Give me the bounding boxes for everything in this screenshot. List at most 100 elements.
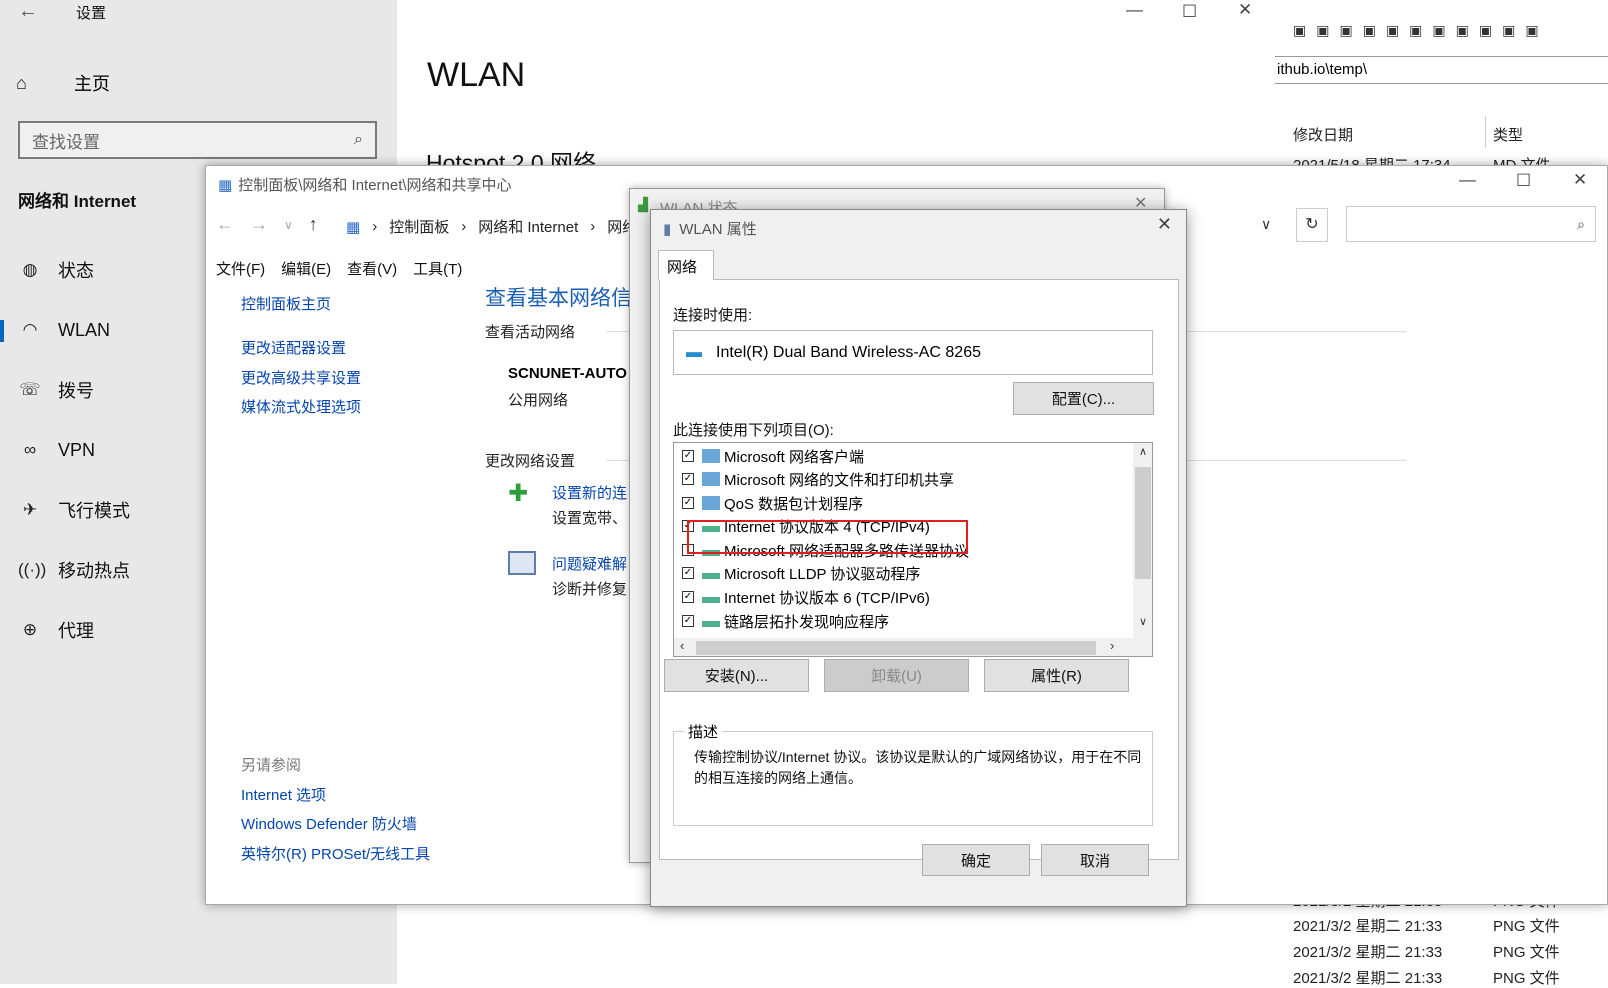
menu-edit[interactable]: 编辑(E) [281, 258, 331, 279]
wifi-icon: ◠ [22, 320, 38, 339]
network-center-icon: ▦ [218, 176, 233, 194]
uninstall-button: 卸载(U) [824, 659, 969, 692]
media-streaming-link[interactable]: 媒体流式处理选项 [241, 396, 361, 417]
scrollbar-thumb[interactable] [696, 641, 1096, 655]
minimize-icon[interactable]: — [1126, 0, 1143, 20]
close-icon[interactable]: ✕ [1157, 214, 1172, 235]
checkbox[interactable]: ✓ [682, 615, 694, 627]
phone-icon: ☏ [19, 380, 41, 399]
cp-home-link[interactable]: 控制面板主页 [241, 293, 331, 314]
minimize-icon[interactable]: — [1459, 170, 1476, 190]
toolbar-icon[interactable]: ▣ [1293, 22, 1306, 46]
breadcrumb-item[interactable]: 控制面板 [389, 216, 449, 237]
settings-search-input[interactable]: 查找设置 ⌕ [18, 121, 377, 159]
cp-titlebar: ▦ 控制面板\网络和 Internet\网络和共享中心 [218, 174, 512, 195]
list-item[interactable]: ✓ Microsoft LLDP 协议驱动程序 [682, 561, 920, 585]
cp-nav-buttons: ← → ∨ ↑ [216, 214, 318, 235]
maximize-icon[interactable]: ☐ [1516, 171, 1531, 191]
refresh-icon[interactable]: ↻ [1296, 208, 1328, 242]
up-icon[interactable]: ↑ [309, 214, 318, 235]
cp-heading: 查看基本网络信息 [485, 287, 653, 310]
item-label: Microsoft 网络的文件和打印机共享 [724, 471, 955, 489]
toolbar-icon[interactable]: ▣ [1339, 22, 1352, 46]
settings-title: 设置 [76, 5, 107, 22]
network-adapter-icon: ▬ [686, 343, 702, 361]
proset-link[interactable]: 英特尔(R) PROSet/无线工具 [241, 843, 430, 864]
cp-search-input[interactable]: ⌕ [1346, 206, 1596, 242]
forward-icon[interactable]: → [250, 214, 268, 235]
toolbar-icon[interactable]: ▣ [1525, 22, 1538, 46]
toolbar-icon[interactable]: ▣ [1386, 22, 1399, 46]
checkbox[interactable]: ✓ [682, 497, 694, 509]
change-adapter-link[interactable]: 更改适配器设置 [241, 337, 346, 358]
checkbox[interactable]: ✓ [682, 450, 694, 462]
toolbar-icon[interactable]: ▣ [1363, 22, 1376, 46]
nav-label: VPN [58, 439, 96, 460]
page-title: WLAN [427, 56, 526, 94]
chevron-up-icon[interactable]: ∧ [1139, 445, 1147, 458]
back-icon[interactable]: ← [216, 214, 234, 235]
chevron-left-icon[interactable]: ‹ [680, 638, 684, 653]
vpn-icon: ∞ [23, 440, 37, 459]
nav-home-label: 主页 [74, 74, 110, 94]
toolbar-icon[interactable]: ▣ [1456, 22, 1469, 46]
item-label: Microsoft 网络客户端 [724, 448, 865, 466]
column-modified-date[interactable]: 修改日期 [1293, 124, 1353, 145]
list-item[interactable]: ✓ Internet 协议版本 6 (TCP/IPv6) [682, 585, 930, 609]
file-row[interactable]: 2021/3/2 星期二 21:33 PNG 文件 [1293, 941, 1608, 962]
back-arrow-icon[interactable]: ← [18, 0, 38, 23]
cancel-button[interactable]: 取消 [1041, 844, 1149, 876]
adapter-box: ▬ Intel(R) Dual Band Wireless-AC 8265 [673, 330, 1153, 375]
close-icon[interactable]: ✕ [1238, 0, 1252, 20]
list-item[interactable]: ✓ 链路层拓扑发现响应程序 [682, 609, 889, 633]
menu-file[interactable]: 文件(F) [216, 258, 265, 279]
menu-tools[interactable]: 工具(T) [413, 258, 462, 279]
column-type[interactable]: 类型 [1493, 124, 1523, 145]
checkbox[interactable]: ✓ [682, 567, 694, 579]
ok-button[interactable]: 确定 [922, 844, 1030, 876]
chevron-down-icon[interactable]: ∨ [1139, 615, 1147, 628]
setup-connection-icon: ✚ [508, 480, 529, 507]
install-button[interactable]: 安装(N)... [664, 659, 809, 692]
toolbar-icon[interactable]: ▣ [1502, 22, 1515, 46]
checkbox[interactable]: ✓ [682, 591, 694, 603]
toolbar-icon[interactable]: ▣ [1432, 22, 1445, 46]
internet-options-link[interactable]: Internet 选项 [241, 784, 326, 805]
nav-home[interactable]: ⌂ 主页 [16, 68, 376, 98]
toolbar-icon[interactable]: ▣ [1479, 22, 1492, 46]
menu-view[interactable]: 查看(V) [347, 258, 397, 279]
advanced-sharing-link[interactable]: 更改高级共享设置 [241, 367, 361, 388]
maximize-icon[interactable]: ☐ [1182, 2, 1197, 22]
qos-icon [702, 496, 720, 510]
checkbox[interactable]: ✓ [682, 473, 694, 485]
list-item[interactable]: ✓ Microsoft 网络客户端 [682, 444, 864, 468]
list-item[interactable]: ✓ Microsoft 网络的文件和打印机共享 [682, 467, 954, 491]
column-divider[interactable] [1485, 116, 1486, 148]
toolbar-icon[interactable]: ▣ [1316, 22, 1329, 46]
troubleshoot-link[interactable]: 问题疑难解 [552, 553, 627, 574]
airplane-icon: ✈ [22, 500, 38, 519]
protocol-icon [702, 573, 720, 579]
tab-network[interactable]: 网络 [658, 250, 714, 280]
firewall-link[interactable]: Windows Defender 防火墙 [241, 813, 417, 834]
file-row[interactable]: 2021/3/2 星期二 21:33 PNG 文件 [1293, 915, 1608, 936]
toolbar-icon[interactable]: ▣ [1409, 22, 1422, 46]
breadcrumb-item[interactable]: 网络和 Internet [478, 216, 578, 237]
setup-connection-link[interactable]: 设置新的连 [552, 482, 627, 503]
close-icon[interactable]: ✕ [1573, 170, 1587, 190]
explorer-address-bar[interactable]: ithub.io\temp\ [1275, 56, 1608, 84]
properties-button[interactable]: 属性(R) [984, 659, 1129, 692]
list-item[interactable]: ✓ QoS 数据包计划程序 [682, 491, 863, 515]
chevron-right-icon[interactable]: › [1110, 638, 1114, 653]
chevron-right-icon: › [372, 218, 378, 235]
item-label: 链路层拓扑发现响应程序 [724, 613, 890, 631]
nav-label: 代理 [58, 621, 94, 641]
configure-button[interactable]: 配置(C)... [1013, 382, 1154, 415]
hotspot-icon: ((·)) [18, 560, 47, 579]
file-type: PNG 文件 [1493, 918, 1560, 935]
scrollbar-thumb[interactable] [1135, 467, 1151, 579]
chevron-down-icon[interactable]: ∨ [284, 214, 293, 235]
chevron-down-icon[interactable]: ∨ [1261, 216, 1271, 233]
file-row[interactable]: 2021/3/2 星期二 21:33 PNG 文件 [1293, 967, 1608, 988]
signal-icon: ▟ [638, 197, 648, 212]
